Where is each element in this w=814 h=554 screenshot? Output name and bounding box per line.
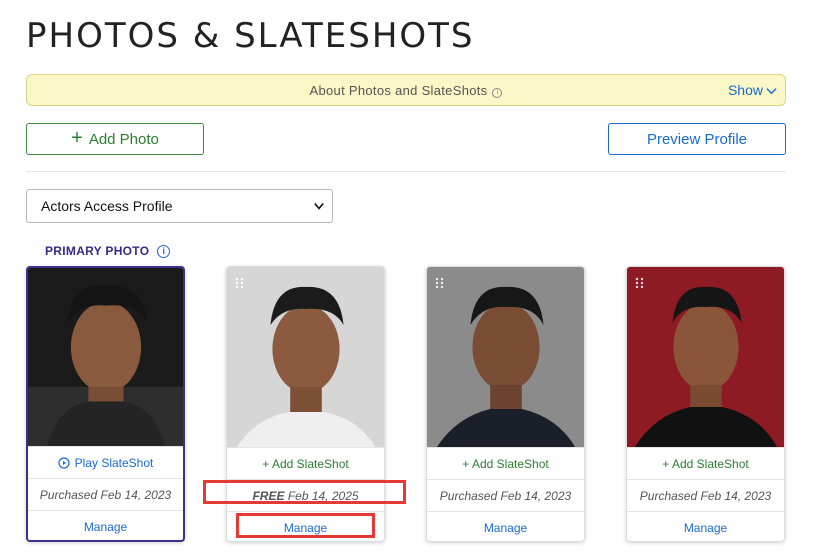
purchase-row: Purchased Feb 14, 2023 [427, 479, 584, 511]
play-slateshot-label: Play SlateShot [74, 455, 154, 470]
headshot-photo[interactable] [28, 268, 183, 446]
primary-photo-text: PRIMARY PHOTO [45, 244, 150, 258]
add-photo-button[interactable]: + Add Photo [26, 123, 204, 155]
show-label: Show [727, 82, 763, 98]
slateshot-row: + Add SlateShot [627, 447, 784, 479]
preview-profile-button[interactable]: Preview Profile [608, 123, 786, 155]
profile-select-value: Actors Access Profile [41, 198, 173, 214]
highlight-box [236, 513, 375, 538]
primary-photo-label: PRIMARY PHOTO i [45, 244, 171, 258]
info-icon[interactable]: i [157, 244, 171, 258]
page-title: PHOTOS & SLATESHOTS [26, 16, 475, 56]
about-banner: About Photos and SlateShots i Show [26, 74, 786, 106]
show-toggle[interactable]: Show [728, 82, 777, 98]
slateshot-row: + Add SlateShot [227, 447, 384, 479]
info-icon: i [492, 87, 503, 98]
manage-link[interactable]: Manage [84, 520, 127, 534]
purchase-row: Purchased Feb 14, 2023 [627, 479, 784, 511]
about-banner-label: About Photos and SlateShots [309, 82, 488, 98]
photo-card: + Add SlateShot Purchased Feb 14, 2023 M… [426, 266, 585, 542]
manage-row: Manage [427, 511, 584, 541]
headshot-photo[interactable] [227, 267, 384, 447]
profile-select[interactable]: Actors Access Profile [26, 189, 333, 223]
headshot-photo[interactable] [427, 267, 584, 447]
manage-row: Manage [28, 510, 183, 540]
add-slateshot-link[interactable]: + Add SlateShot [262, 457, 348, 471]
add-slateshot-link[interactable]: + Add SlateShot [662, 457, 748, 471]
highlight-box [203, 480, 406, 504]
purchase-date: Purchased Feb 14, 2023 [439, 488, 572, 503]
purchase-date: Purchased Feb 14, 2023 [639, 488, 772, 503]
play-icon [58, 456, 70, 469]
chevron-down-icon [766, 87, 777, 94]
headshot-photo[interactable] [627, 267, 784, 447]
chevron-down-icon [314, 202, 324, 210]
manage-row: Manage [627, 511, 784, 541]
slateshot-row: + Add SlateShot [427, 447, 584, 479]
photo-card-primary: Play SlateShot Purchased Feb 14, 2023 Ma… [26, 266, 185, 542]
manage-link[interactable]: Manage [484, 521, 527, 535]
play-slateshot-link[interactable]: Play SlateShot [58, 455, 154, 470]
add-slateshot-link[interactable]: + Add SlateShot [462, 457, 548, 471]
manage-link[interactable]: Manage [684, 521, 727, 535]
slateshot-row: Play SlateShot [28, 446, 183, 478]
purchase-row: Purchased Feb 14, 2023 [28, 478, 183, 510]
drag-handle-icon[interactable] [435, 277, 445, 289]
about-banner-text[interactable]: About Photos and SlateShots i [310, 83, 503, 98]
plus-icon: + [71, 127, 83, 149]
divider [26, 171, 786, 172]
add-photo-label: Add Photo [88, 130, 159, 148]
drag-handle-icon[interactable] [235, 277, 245, 289]
photo-card: + Add SlateShot Purchased Feb 14, 2023 M… [626, 266, 785, 542]
purchase-date: Purchased Feb 14, 2023 [39, 487, 172, 502]
drag-handle-icon[interactable] [635, 277, 645, 289]
